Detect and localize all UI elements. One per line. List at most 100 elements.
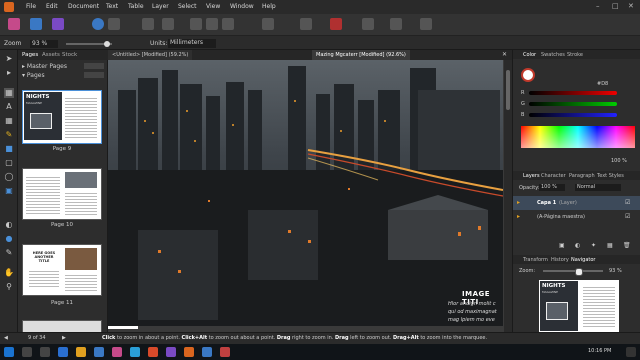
vertical-scrollbar[interactable]	[504, 60, 512, 332]
layer-opacity-field[interactable]: 100 %	[539, 184, 565, 191]
green-slider[interactable]	[529, 102, 617, 106]
affinity-publisher-icon[interactable]	[184, 347, 194, 357]
color-picker-tool-icon[interactable]: ✎	[4, 248, 14, 258]
task-view-icon[interactable]	[40, 347, 50, 357]
tab-history[interactable]: History	[551, 257, 569, 263]
red-slider[interactable]	[529, 91, 617, 95]
menu-text[interactable]: Text	[106, 3, 118, 10]
next-page-icon[interactable]: ▶	[62, 335, 66, 341]
blend-mode-select[interactable]: Normal	[575, 184, 621, 191]
page-thumbnail-9[interactable]: NIGHTS MAGAZINE	[22, 90, 102, 144]
app-icon[interactable]	[220, 347, 230, 357]
master-pages-actions[interactable]	[84, 63, 104, 69]
menu-help[interactable]: Help	[262, 3, 276, 10]
app-icon[interactable]	[130, 347, 140, 357]
distribute-icon[interactable]	[206, 18, 218, 30]
app-icon[interactable]	[202, 347, 212, 357]
tab-character[interactable]: Character	[541, 173, 566, 179]
tab-close-icon[interactable]: ✕	[502, 51, 507, 58]
pages-header[interactable]: ▾ Pages	[22, 72, 45, 79]
fill-tool-icon[interactable]: ◐	[4, 220, 14, 230]
tab-navigator[interactable]: Navigator	[571, 257, 595, 263]
page-thumbnail-11[interactable]: HERE GOES ANOTHER TITLE	[22, 244, 102, 296]
layer-visibility-icon[interactable]: ☑	[625, 213, 630, 220]
pages-actions[interactable]	[84, 72, 104, 78]
ellipse-frame-tool-icon[interactable]: ◯	[4, 172, 14, 182]
hex-value[interactable]: #D8	[597, 81, 608, 87]
picture-frame-tool-icon[interactable]: ▢	[4, 158, 14, 168]
artistic-text-tool-icon[interactable]: A	[4, 102, 14, 112]
tab-transform[interactable]: Transform	[523, 257, 548, 263]
nav-zoom-value[interactable]: 93 %	[609, 268, 622, 274]
tab-swatches[interactable]: Swatches	[541, 52, 565, 58]
color-spectrum[interactable]	[521, 126, 635, 148]
order-icon[interactable]	[222, 18, 234, 30]
minimize-icon[interactable]: –	[596, 2, 600, 10]
notifications-icon[interactable]	[626, 347, 636, 357]
text-frame-icon[interactable]	[162, 18, 174, 30]
adjustment-icon[interactable]: ◐	[575, 242, 580, 249]
tab-active-document[interactable]: Mazing Mgcaterr [Modified] (92.6%)	[312, 50, 410, 60]
delete-layer-icon[interactable]: 🗑	[623, 242, 631, 249]
settings-icon[interactable]	[108, 18, 120, 30]
close-icon[interactable]: ✕	[628, 2, 634, 10]
layer-row-2[interactable]: ▸ (A-Página maestra) ☑	[513, 210, 640, 224]
search-icon[interactable]	[22, 347, 32, 357]
snap-toggle-icon[interactable]	[330, 18, 342, 30]
affinity-designer-icon[interactable]	[112, 347, 122, 357]
maximize-icon[interactable]: □	[612, 2, 619, 10]
affinity-photo-icon[interactable]	[166, 347, 176, 357]
frame-text-tool-icon[interactable]: ▦	[4, 88, 14, 98]
prev-page-icon[interactable]: ◀	[4, 335, 8, 341]
expand-icon[interactable]: ▸	[517, 213, 520, 220]
city-night-photo[interactable]: IMAGE TITI Hlor andign molit c qui od ma…	[108, 60, 503, 326]
page-thumbnail-10[interactable]	[22, 168, 102, 220]
menu-window[interactable]: Window	[230, 3, 254, 10]
table-tool-icon[interactable]: ▦	[4, 116, 14, 126]
tab-paragraph[interactable]: Paragraph	[569, 173, 595, 179]
designer-persona-icon[interactable]	[8, 18, 20, 30]
start-icon[interactable]	[4, 347, 14, 357]
fill-color-swatch[interactable]	[521, 68, 535, 82]
tab-layers[interactable]: Layers	[523, 173, 540, 179]
menu-file[interactable]: File	[26, 3, 36, 10]
navigator-preview[interactable]: NIGHTS MAGAZINE	[539, 280, 619, 332]
chrome-icon[interactable]	[148, 347, 158, 357]
layer-row-1[interactable]: ▸ Capa 1 (Layer) ☑	[513, 196, 640, 210]
zoom-field[interactable]: 93 %	[30, 40, 58, 48]
layer-visibility-icon[interactable]: ☑	[625, 199, 630, 206]
blue-slider[interactable]	[529, 113, 617, 117]
expand-icon[interactable]: ▸	[517, 199, 520, 206]
clock[interactable]: 10:16 PM	[588, 348, 611, 354]
menu-table[interactable]: Table	[128, 3, 144, 10]
menu-view[interactable]: View	[206, 3, 220, 10]
tab-color[interactable]: Color	[523, 52, 536, 58]
tab-assets[interactable]: Assets	[42, 52, 60, 58]
add-layer-icon[interactable]: ▦	[607, 242, 613, 249]
canvas[interactable]: IMAGE TITI Hlor andign molit c qui od ma…	[108, 60, 512, 332]
tab-stock[interactable]: Stock	[62, 52, 77, 58]
align-icon[interactable]	[190, 18, 202, 30]
photo-persona-icon[interactable]	[30, 18, 42, 30]
nav-zoom-slider[interactable]	[543, 270, 603, 272]
move-tool-icon[interactable]: ➤	[4, 54, 14, 64]
units-select[interactable]: Millimeters	[168, 39, 216, 48]
nav-zoom-knob[interactable]	[575, 268, 583, 276]
zoom-tool-icon[interactable]: ⚲	[4, 282, 14, 292]
publisher-persona-icon[interactable]	[52, 18, 64, 30]
menu-edit[interactable]: Edit	[46, 3, 58, 10]
menu-select[interactable]: Select	[178, 3, 197, 10]
shape-tool-icon[interactable]: ■	[4, 144, 14, 154]
edge-icon[interactable]	[58, 347, 68, 357]
menu-document[interactable]: Document	[68, 3, 99, 10]
master-pages-header[interactable]: ▸ Master Pages	[22, 63, 67, 70]
place-image-tool-icon[interactable]: ▣	[4, 186, 14, 196]
tab-text-styles[interactable]: Text Styles	[597, 173, 624, 179]
preflight-icon[interactable]	[92, 18, 104, 30]
vertical-scroll-thumb[interactable]	[506, 70, 510, 110]
zoom-slider-knob[interactable]	[104, 41, 110, 47]
tab-untitled[interactable]: <Untitled> [Modified] (59.2%)	[108, 50, 193, 60]
store-icon[interactable]	[94, 347, 104, 357]
geometry-icon[interactable]	[390, 18, 402, 30]
frame-icon[interactable]	[142, 18, 154, 30]
